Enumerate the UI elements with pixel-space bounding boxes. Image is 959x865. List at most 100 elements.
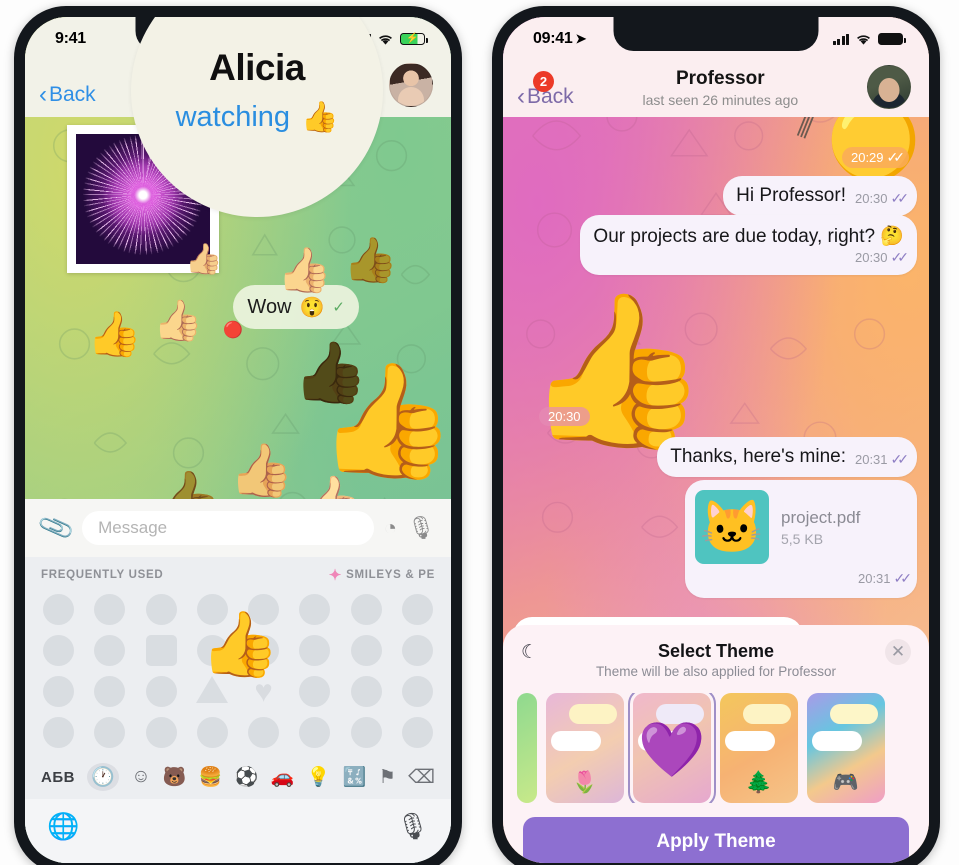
theme-green[interactable] <box>517 693 537 803</box>
chevron-left-icon: ‹ <box>517 83 525 110</box>
chevron-left-icon: ‹ <box>39 81 47 108</box>
kb-tab-objects[interactable]: 💡 <box>307 765 331 789</box>
kb-tab-symbols[interactable]: 🔣 <box>343 765 367 789</box>
message-meta: 20:31 ✓✓ <box>854 451 910 468</box>
file-message-bubble[interactable]: 🐱 project.pdf 5,5 KB 20:31 ✓✓ <box>685 480 917 598</box>
message-input-bar: 📎 Message ◔ 🎙 <box>25 499 451 557</box>
paperclip-icon[interactable]: 📎 <box>36 508 76 547</box>
theme-heart[interactable]: 💜 <box>628 693 716 803</box>
phone-left: 👍 👍 👍 👍 👍 👍 👍 👍 👍 👍 🔴 Wow 😲 ✓ ‹ Back <box>14 6 462 865</box>
kb-tab-activity[interactable]: ⚽ <box>235 765 259 789</box>
status-time-block: 09:41 ➤ <box>533 30 586 48</box>
message-meta: 20:30 ✓✓ <box>854 190 910 207</box>
file-name: project.pdf <box>781 507 861 527</box>
floating-thumb: 👍 <box>343 236 398 285</box>
wifi-icon <box>379 34 392 45</box>
bubble-emoji: 😲 <box>299 296 325 319</box>
phone-right: 🟡 ⦀ 20:29 ✓✓ Hi Professor! 20:30 ✓✓ Our … <box>492 6 940 865</box>
theme-list[interactable]: 🌷 💜 🌲 🎮 <box>517 693 915 803</box>
kb-tab-abc[interactable]: АБВ <box>41 769 75 786</box>
message-input[interactable]: Message <box>82 511 374 545</box>
close-icon[interactable]: ✕ <box>885 639 911 665</box>
location-arrow-icon: ➤ <box>575 31 587 46</box>
read-ticks-icon: ✓✓ <box>890 451 910 467</box>
screenshot-stage: 👍 👍 👍 👍 👍 👍 👍 👍 👍 👍 🔴 Wow 😲 ✓ ‹ Back <box>0 0 959 865</box>
emoji-section-smileys: SMILEYS & PE <box>346 569 435 581</box>
message-meta: 20:30 ✓✓ <box>854 249 910 266</box>
cellular-bars-icon <box>832 33 849 45</box>
kb-tab-recent[interactable]: 🕐 <box>87 763 119 791</box>
message-time: 20:30 <box>854 250 888 265</box>
bubble-text: Wow <box>247 295 292 318</box>
back-button[interactable]: 2 ‹ Back <box>517 71 574 110</box>
message-time: 20:30 <box>854 191 888 206</box>
chat-subtitle: last seen 26 minutes ago <box>642 92 799 108</box>
message-bubble[interactable]: Thanks, here's mine: 20:31 ✓✓ <box>657 437 917 477</box>
microphone-icon[interactable]: 🎙 <box>407 515 435 541</box>
sparkle-icon: ✦ <box>328 567 343 584</box>
right-notch <box>613 17 819 51</box>
kb-backspace-icon[interactable]: ⌫ <box>408 766 435 789</box>
keyboard-bottom-bar: 🌐 🎙 <box>25 799 451 863</box>
battery-charging-icon: ⚡ <box>400 33 428 45</box>
battery-full-icon <box>878 33 906 45</box>
message-time: 20:31 <box>857 571 891 586</box>
back-button[interactable]: ‹ Back <box>39 83 96 107</box>
theme-game[interactable]: 🎮 <box>807 693 885 803</box>
back-label: Back <box>49 83 96 106</box>
message-text: Hi Professor! <box>736 185 846 206</box>
message-time: 20:31 <box>854 452 888 467</box>
floating-thumb: 👍 <box>185 243 223 276</box>
message-text: Our projects are due today, right? 🤔 <box>593 226 904 247</box>
read-ticks-icon: ✓✓ <box>886 149 906 165</box>
avatar-alicia[interactable] <box>389 63 433 107</box>
theme-sheet-subtitle: Theme will be also applied for Professor <box>595 664 837 679</box>
file-meta-inner: 20:31 ✓✓ <box>857 570 913 587</box>
message-text: Thanks, here's mine: <box>670 446 846 467</box>
theme-emoji: 🌲 <box>745 771 773 794</box>
alicia-status-text: watching <box>175 101 291 133</box>
theme-emoji: 🎮 <box>832 771 860 794</box>
microphone-icon[interactable]: 🎙 <box>396 811 429 842</box>
phone-right-screen: 🟡 ⦀ 20:29 ✓✓ Hi Professor! 20:30 ✓✓ Our … <box>503 17 929 863</box>
kb-tab-smileys[interactable]: ☺ <box>131 766 150 788</box>
file-thumbnail[interactable]: 🐱 <box>695 490 769 564</box>
emoji-section-frequently-used: FREQUENTLY USED <box>41 569 164 581</box>
theme-flower[interactable]: 🌷 <box>546 693 624 803</box>
message-time: 20:30 <box>539 407 590 426</box>
highlighted-emoji-thumbs-up[interactable]: 👍 <box>200 612 280 676</box>
floating-thumb: 👍 <box>153 299 203 343</box>
phone-left-screen: 👍 👍 👍 👍 👍 👍 👍 👍 👍 👍 🔴 Wow 😲 ✓ ‹ Back <box>25 17 451 863</box>
message-row-outgoing[interactable]: Hi Professor! 20:30 ✓✓ <box>723 176 917 216</box>
globe-icon[interactable]: 🌐 <box>47 811 79 842</box>
status-time: 9:41 <box>55 30 86 47</box>
file-row: 🐱 project.pdf 5,5 KB <box>695 490 907 564</box>
theme-tree[interactable]: 🌲 <box>720 693 798 803</box>
kb-tab-travel[interactable]: 🚗 <box>271 765 295 789</box>
kb-tab-animals[interactable]: 🐻 <box>163 765 187 789</box>
theme-emoji: 💜 <box>638 720 706 781</box>
theme-emoji: 🌷 <box>571 771 599 794</box>
file-info: project.pdf 5,5 KB <box>781 508 860 547</box>
floating-thumb: 👍 <box>277 246 332 295</box>
message-bubble[interactable]: Our projects are due today, right? 🤔 20:… <box>580 215 917 275</box>
sticker-time-row: 20:29 ✓✓ <box>841 147 909 168</box>
message-row-outgoing[interactable]: Thanks, here's mine: 20:31 ✓✓ <box>657 437 917 477</box>
theme-sheet-title: Select Theme <box>657 641 775 661</box>
message-bubble[interactable]: Hi Professor! 20:30 ✓✓ <box>723 176 917 216</box>
message-time: 20:29 ✓✓ <box>841 147 909 168</box>
sticker-icon[interactable]: ◔ <box>384 515 397 541</box>
read-ticks-icon: ✓✓ <box>890 190 910 206</box>
avatar-professor[interactable] <box>867 65 911 109</box>
unread-badge: 2 <box>533 71 554 92</box>
read-tick-icon: ✓ <box>332 299 345 316</box>
read-ticks-icon: ✓✓ <box>890 249 910 265</box>
kb-tab-flags[interactable]: ⚑ <box>379 766 396 789</box>
message-row-outgoing[interactable]: Our projects are due today, right? 🤔 20:… <box>580 215 917 275</box>
apply-theme-button[interactable]: Apply Theme <box>523 817 909 863</box>
kb-tab-food[interactable]: 🍔 <box>199 765 223 789</box>
moon-icon[interactable]: ☾ <box>521 641 538 664</box>
read-ticks-icon: ✓✓ <box>893 570 913 586</box>
floating-thumb-large: 👍 <box>317 358 451 483</box>
chat-title-block[interactable]: Professor last seen 26 minutes ago <box>574 68 867 108</box>
